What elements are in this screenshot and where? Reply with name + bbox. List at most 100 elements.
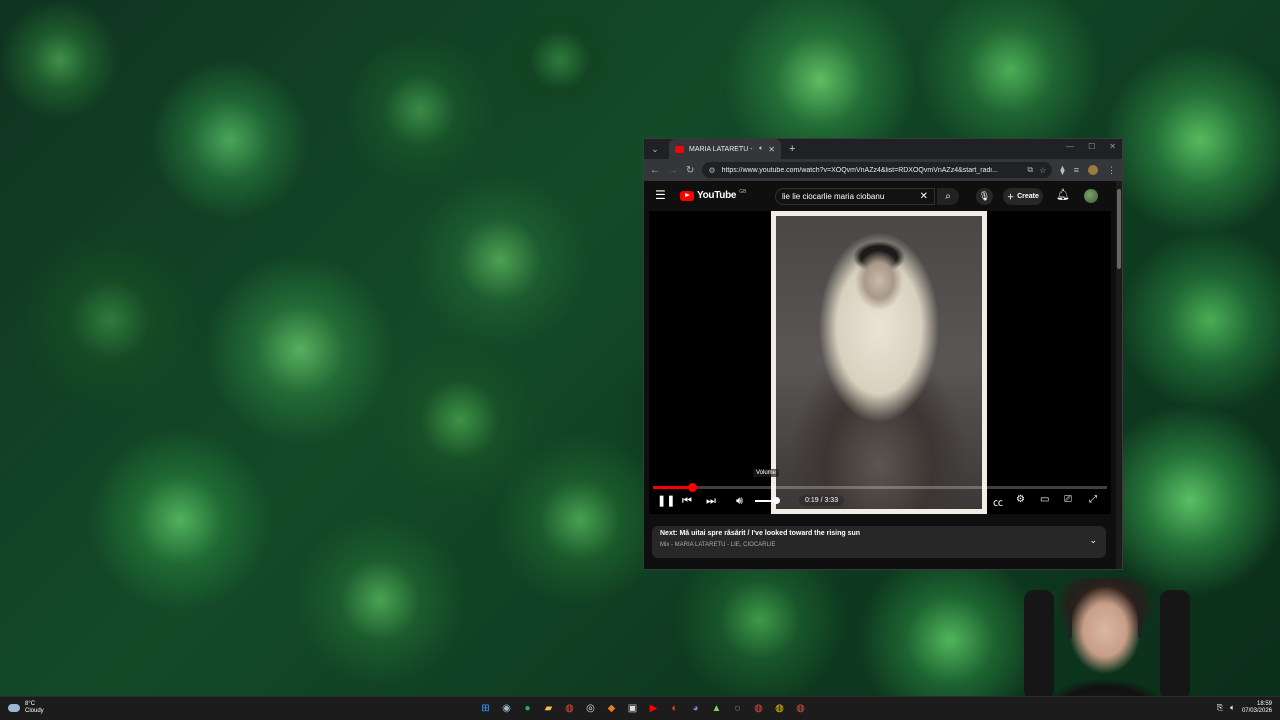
previous-icon[interactable]: ⏮︎	[682, 494, 692, 508]
settings-gear-icon[interactable]: ⚙︎	[1016, 494, 1025, 505]
youtube-play-icon	[680, 190, 694, 201]
youtube-icon[interactable]: ▶	[646, 701, 661, 716]
clock-time: 18:59	[1256, 701, 1272, 707]
youtube-wordmark: YouTube	[697, 190, 737, 201]
taskbar: 8°C Cloudy ⊞ ◉ ● ▰ ◍ ◎ ◆ ▣ ▶ ◐ ◕ ▲ ◌ ◍ ◍…	[0, 696, 1280, 720]
extensions-icon[interactable]: ⧫	[1060, 165, 1064, 176]
bookmark-star-icon[interactable]: ☆	[1039, 166, 1046, 175]
app-icon-2[interactable]: ◆	[604, 701, 619, 716]
system-tray: ⎘ 🔈︎ 18:59 07/03/2026	[1217, 701, 1272, 715]
account-avatar[interactable]	[1084, 189, 1098, 203]
tab-bar: ⌄ MARIA LATARETU - LIE, CIC 🔈︎ ✕ + — ☐ ✕	[644, 139, 1122, 159]
app-icon-4[interactable]: ▲	[709, 701, 724, 716]
scrollbar-thumb[interactable]	[1117, 189, 1121, 269]
chrome-icon-4[interactable]: ◍	[793, 701, 808, 716]
chrome-icon-2[interactable]: ◍	[751, 701, 766, 716]
progress-scrubber[interactable]	[687, 483, 697, 492]
obs-icon[interactable]: ◌	[730, 701, 745, 716]
app-icon[interactable]: ◎	[583, 701, 598, 716]
search-button[interactable]: ⌕	[937, 188, 959, 205]
maximize-icon[interactable]: ☐	[1088, 142, 1095, 151]
next-icon[interactable]: ⏭︎	[706, 494, 716, 508]
volume-icon[interactable]: 🔊︎	[736, 494, 743, 508]
country-code: GB	[739, 188, 747, 195]
volume-knob[interactable]	[773, 497, 780, 504]
weather-widget[interactable]: 8°C Cloudy	[8, 701, 44, 715]
start-windows-icon[interactable]: ⊞	[478, 701, 493, 716]
spotify-icon[interactable]: ●	[520, 701, 535, 716]
tab-search-icon[interactable]: ⌄	[647, 141, 663, 157]
next-up-subtitle: Mix - MARIA LATARETU - LIE, CIOCARLIE	[660, 542, 776, 548]
site-info-icon[interactable]: ⚙︎	[708, 166, 715, 175]
tab-title: MARIA LATARETU - LIE, CIC	[689, 145, 754, 153]
speaker-icon[interactable]: 🔈︎	[1230, 703, 1235, 713]
portrait-image	[776, 216, 982, 509]
miniplayer-icon[interactable]: ▭	[1040, 494, 1049, 505]
weather-temp: 8°C	[25, 701, 36, 707]
voice-search-button[interactable]: 🎙︎	[976, 188, 993, 205]
youtube-header: ☰ YouTube GB lie lie ciocarlie maria cio…	[644, 181, 1122, 211]
taskbar-apps: ⊞ ◉ ● ▰ ◍ ◎ ◆ ▣ ▶ ◐ ◕ ▲ ◌ ◍ ◍ ◍	[478, 701, 808, 716]
clock-date: 07/03/2026	[1241, 708, 1272, 714]
hamburger-menu-icon[interactable]: ☰	[655, 188, 666, 202]
microphone-icon: 🎙︎	[978, 191, 991, 201]
next-up-title-line: Next: Mă uitai spre răsărit / I've looke…	[660, 530, 1098, 537]
video-frame-photo	[771, 211, 987, 514]
reload-icon[interactable]: ↻	[686, 165, 694, 176]
volume-tooltip: Volume	[753, 469, 780, 477]
webcam-overlay	[1010, 570, 1200, 700]
plus-icon: ＋	[1007, 193, 1015, 201]
cast-icon[interactable]: ⎚	[1064, 494, 1072, 505]
steam-icon[interactable]: ◉	[499, 701, 514, 716]
tab-close-icon[interactable]: ✕	[768, 145, 775, 154]
address-bar[interactable]: ⚙︎ https://www.youtube.com/watch?v=XOQvm…	[702, 162, 1053, 178]
youtube-favicon-icon	[675, 145, 684, 153]
chevron-down-icon[interactable]: ⌄	[1089, 535, 1097, 546]
toolbar: ← → ↻ ⚙︎ https://www.youtube.com/watch?v…	[644, 159, 1122, 181]
next-up-panel[interactable]: Next: Mă uitai spre răsărit / I've looke…	[652, 526, 1106, 558]
calendar-icon[interactable]: ▣	[625, 701, 640, 716]
network-icon[interactable]: ⎘	[1217, 703, 1223, 713]
tab-youtube[interactable]: MARIA LATARETU - LIE, CIC 🔈︎ ✕	[669, 139, 781, 159]
search-icon: ⌕	[945, 191, 951, 202]
chrome-icon[interactable]: ◍	[562, 701, 577, 716]
clock[interactable]: 18:59 07/03/2026	[1242, 701, 1272, 715]
subtitles-icon[interactable]: ㏄	[993, 494, 1003, 509]
open-in-app-icon[interactable]: ⧉	[1027, 165, 1033, 175]
fullscreen-icon[interactable]: ⤢	[1089, 494, 1097, 505]
youtube-logo[interactable]: YouTube GB	[680, 188, 747, 201]
app-icon-3[interactable]: ◐	[667, 701, 682, 716]
close-window-icon[interactable]: ✕	[1109, 142, 1116, 151]
discord-icon[interactable]: ◕	[688, 701, 703, 716]
url-text[interactable]: https://www.youtube.com/watch?v=XOQvmVnA…	[722, 167, 1022, 174]
profile-avatar[interactable]	[1088, 165, 1098, 175]
forward-icon[interactable]: →	[668, 165, 678, 176]
window-controls: — ☐ ✕	[1066, 142, 1116, 151]
cloud-icon	[8, 704, 20, 712]
audio-playing-icon[interactable]: 🔈︎	[759, 145, 763, 153]
youtube-page: ☰ YouTube GB lie lie ciocarlie maria cio…	[644, 181, 1122, 569]
progress-bar[interactable]	[653, 483, 1107, 492]
toolbar-right: ⧫ ≡ ⋮	[1060, 165, 1116, 176]
create-button[interactable]: ＋ Create	[1003, 188, 1043, 205]
video-player[interactable]: Volume ❚❚ ⏮︎ ⏭︎ 🔊︎ 0:19 / 3:33 ㏄ ⚙︎ ▭ ⎚ …	[649, 211, 1111, 514]
browser-window: ⌄ MARIA LATARETU - LIE, CIC 🔈︎ ✕ + — ☐ ✕…	[643, 138, 1123, 570]
chrome-icon-3[interactable]: ◍	[772, 701, 787, 716]
create-label: Create	[1017, 193, 1039, 200]
search-query[interactable]: lie lie ciocarlie maria ciobanu	[782, 192, 920, 201]
next-up-prefix: Next:	[660, 530, 678, 537]
file-explorer-icon[interactable]: ▰	[541, 701, 556, 716]
minimize-icon[interactable]: —	[1066, 142, 1074, 151]
media-control-icon[interactable]: ≡	[1074, 165, 1079, 175]
new-tab-button[interactable]: +	[789, 143, 795, 155]
progress-played	[653, 486, 692, 489]
clear-search-icon[interactable]: ✕	[920, 191, 928, 202]
notifications-bell-icon[interactable]: 🔔︎	[1056, 188, 1070, 201]
chair-right	[1160, 590, 1190, 700]
page-scrollbar[interactable]	[1116, 181, 1122, 569]
pause-icon[interactable]: ❚❚	[657, 494, 675, 508]
browser-menu-icon[interactable]: ⋮	[1107, 165, 1116, 176]
search-input[interactable]: lie lie ciocarlie maria ciobanu ✕	[775, 188, 935, 205]
back-icon[interactable]: ←	[650, 165, 660, 176]
next-up-title: Mă uitai spre răsărit / I've looked towa…	[679, 530, 861, 537]
